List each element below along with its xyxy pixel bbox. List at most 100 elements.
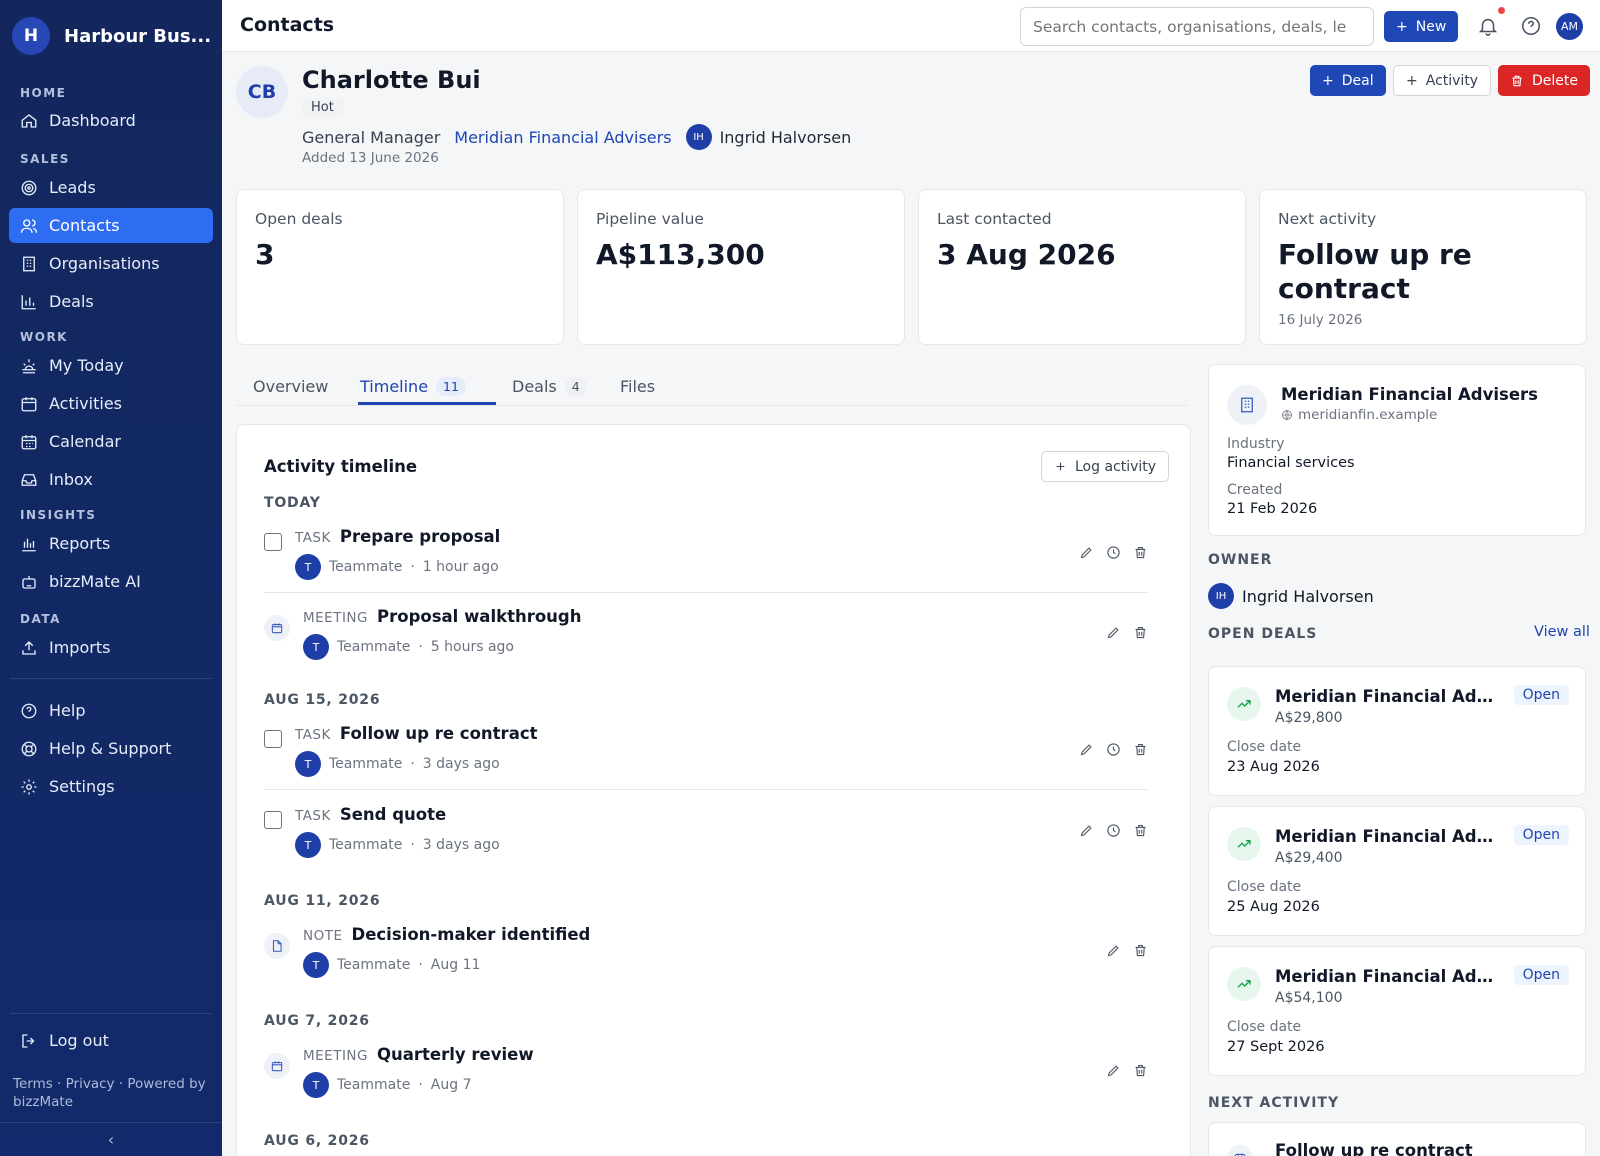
stat-label: Open deals [255, 210, 343, 228]
task-checkbox[interactable] [264, 730, 282, 748]
trash-icon[interactable] [1133, 545, 1148, 560]
sidebar-divider [10, 1013, 212, 1014]
trending-up-icon [1227, 827, 1261, 861]
owner-section-heading: OWNER [1208, 552, 1273, 568]
contact-organisation-link[interactable]: Meridian Financial Advisers [454, 128, 671, 147]
stat-card-next-activity[interactable]: Next activity Follow up re contract 16 J… [1259, 189, 1587, 345]
timeline-item: NOTE Decision-maker identified T Teammat… [264, 919, 1148, 991]
collapse-sidebar-button[interactable]: ‹ [0, 1122, 222, 1156]
sidebar-item-leads[interactable]: Leads [9, 170, 213, 205]
trash-icon[interactable] [1133, 943, 1148, 958]
sidebar-item-settings[interactable]: Settings [9, 769, 213, 804]
pencil-icon[interactable] [1079, 545, 1094, 560]
sidebar-item-label: Log out [49, 1031, 109, 1050]
activity-name: Prepare proposal [339, 527, 501, 546]
pencil-icon[interactable] [1106, 625, 1121, 640]
timeline-item-heading: TASK Prepare proposal [295, 527, 500, 546]
activity-name: Proposal walkthrough [377, 607, 582, 626]
pencil-icon[interactable] [1079, 823, 1094, 838]
activity-name: Send quote [339, 805, 447, 824]
timeline-group-header: AUG 15, 2026 [264, 692, 381, 708]
timeline-item: TASK Prepare proposal T Teammate · 1 hou… [264, 521, 1148, 593]
sidebar-item-label: Calendar [49, 432, 121, 451]
tab-files[interactable]: Files [620, 370, 655, 402]
close-date-label: Close date [1227, 739, 1302, 755]
sidebar-item-my-today[interactable]: My Today [9, 348, 213, 383]
sidebar-item-label: Contacts [49, 216, 120, 235]
owner-name: Ingrid Halvorsen [1242, 586, 1374, 606]
pencil-icon[interactable] [1079, 742, 1094, 757]
user-avatar[interactable]: AM [1556, 13, 1583, 40]
trash-icon [1512, 75, 1522, 86]
sidebar-item-organisations[interactable]: Organisations [9, 246, 213, 281]
log-activity-button[interactable]: Log activity [1041, 451, 1170, 482]
sidebar-item-bizzmate-ai[interactable]: bizzMate AI [9, 564, 213, 599]
deal-card[interactable]: Meridian Financial Advi... A$29,400 Open… [1208, 806, 1586, 936]
sidebar-item-contacts[interactable]: Contacts [9, 208, 213, 243]
pencil-icon[interactable] [1106, 1063, 1121, 1078]
tab-deals[interactable]: Deals 4 [512, 370, 587, 402]
owner-row[interactable]: IH Ingrid Halvorsen [1208, 583, 1374, 609]
timeline-item: MEETING Quarterly review T Teammate · Au… [264, 1039, 1148, 1111]
view-all-deals-link[interactable]: View all [1534, 624, 1590, 640]
tab-overview[interactable]: Overview [253, 370, 328, 402]
timeline-item-meta: T Teammate · Aug 7 [303, 1072, 471, 1098]
activity-type: TASK [295, 530, 331, 546]
new-button[interactable]: + New [1384, 11, 1459, 42]
help-icon[interactable] [1520, 15, 1542, 37]
deal-card[interactable]: Meridian Financial Advi... A$54,100 Open… [1208, 946, 1586, 1076]
clock-icon[interactable] [1106, 545, 1121, 560]
bell-icon[interactable] [1477, 15, 1499, 37]
clock-icon[interactable] [1106, 742, 1121, 757]
stat-value: 3 Aug 2026 [937, 238, 1116, 271]
sidebar-item-calendar[interactable]: Calendar [9, 424, 213, 459]
tab-timeline[interactable]: Timeline 11 [360, 370, 466, 402]
activity-user: Teammate [329, 756, 403, 772]
clock-icon[interactable] [1106, 823, 1121, 838]
global-search-input[interactable] [1020, 7, 1374, 46]
add-activity-button[interactable]: + Activity [1393, 65, 1492, 96]
sidebar-item-help[interactable]: Help [9, 693, 213, 728]
sidebar-item-logout[interactable]: Log out [9, 1023, 213, 1058]
brand-logo: H [12, 17, 50, 55]
sidebar-item-label: Organisations [49, 254, 160, 273]
report-chart-icon [22, 538, 36, 551]
brand[interactable]: H Harbour Bus... [12, 17, 211, 55]
users-icon [20, 218, 38, 233]
trash-icon[interactable] [1133, 742, 1148, 757]
pencil-icon[interactable] [1106, 943, 1121, 958]
sidebar-item-help-support[interactable]: Help & Support [9, 731, 213, 766]
delete-button[interactable]: Delete [1498, 65, 1590, 96]
deal-status-badge: Open [1513, 685, 1569, 705]
trash-icon[interactable] [1133, 625, 1148, 640]
owner-name: Ingrid Halvorsen [719, 127, 852, 147]
trash-icon[interactable] [1133, 1063, 1148, 1078]
trash-icon[interactable] [1133, 823, 1148, 838]
sidebar-item-imports[interactable]: Imports [9, 630, 213, 665]
owner-avatar: IH [685, 124, 712, 150]
deal-card[interactable]: Meridian Financial Advi... A$29,800 Open… [1208, 666, 1586, 796]
organisation-card[interactable]: Meridian Financial Advisers meridianfin.… [1208, 364, 1586, 536]
sidebar-item-inbox[interactable]: Inbox [9, 462, 213, 497]
deal-amount: A$29,800 [1275, 710, 1343, 726]
stat-card-open-deals: Open deals 3 [236, 189, 564, 345]
sidebar-item-label: Dashboard [49, 111, 136, 130]
teammate-avatar: T [295, 554, 321, 580]
contact-owner[interactable]: IH Ingrid Halvorsen [685, 124, 852, 150]
timeline-item-heading: MEETING Quarterly review [303, 1045, 534, 1064]
sidebar-footer-links[interactable]: Terms · Privacy · Powered by bizzMate [13, 1075, 213, 1111]
task-checkbox[interactable] [264, 533, 282, 551]
stat-label: Last contacted [937, 210, 1052, 228]
timeline-item-meta: T Teammate · 5 hours ago [303, 634, 514, 660]
globe-icon [1282, 410, 1292, 420]
next-activity-card[interactable]: Follow up re contract [1208, 1122, 1586, 1156]
sidebar-item-reports[interactable]: Reports [9, 526, 213, 561]
task-checkbox[interactable] [264, 811, 282, 829]
sidebar-item-activities[interactable]: Activities [9, 386, 213, 421]
add-deal-button[interactable]: + Deal [1310, 65, 1386, 96]
nav-section-work: WORK [20, 330, 68, 344]
sidebar-item-deals[interactable]: Deals [9, 284, 213, 319]
activity-name: Decision-maker identified [351, 925, 591, 944]
timeline-item-meta: T Teammate · 3 days ago [295, 832, 500, 858]
sidebar-item-dashboard[interactable]: Dashboard [9, 103, 213, 138]
